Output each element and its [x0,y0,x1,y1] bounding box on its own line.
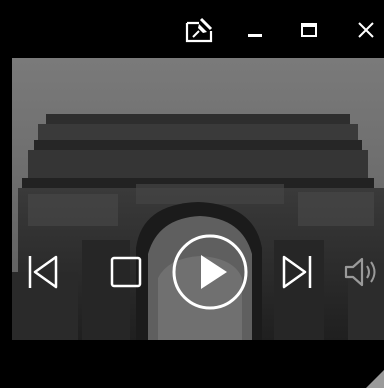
media-player-window [0,0,384,388]
play-icon[interactable] [170,232,250,312]
skip-next-icon[interactable] [274,250,318,294]
volume-icon[interactable] [338,250,382,294]
maximize-icon[interactable] [293,14,325,46]
stop-icon[interactable] [104,250,148,294]
skip-previous-icon[interactable] [22,250,66,294]
resize-grip-icon[interactable] [364,368,384,388]
minimize-icon[interactable] [239,14,271,46]
close-icon[interactable] [350,14,382,46]
title-bar[interactable] [6,0,384,58]
pin-icon[interactable] [184,14,216,46]
playback-controls [12,230,384,320]
status-bar [12,340,384,388]
